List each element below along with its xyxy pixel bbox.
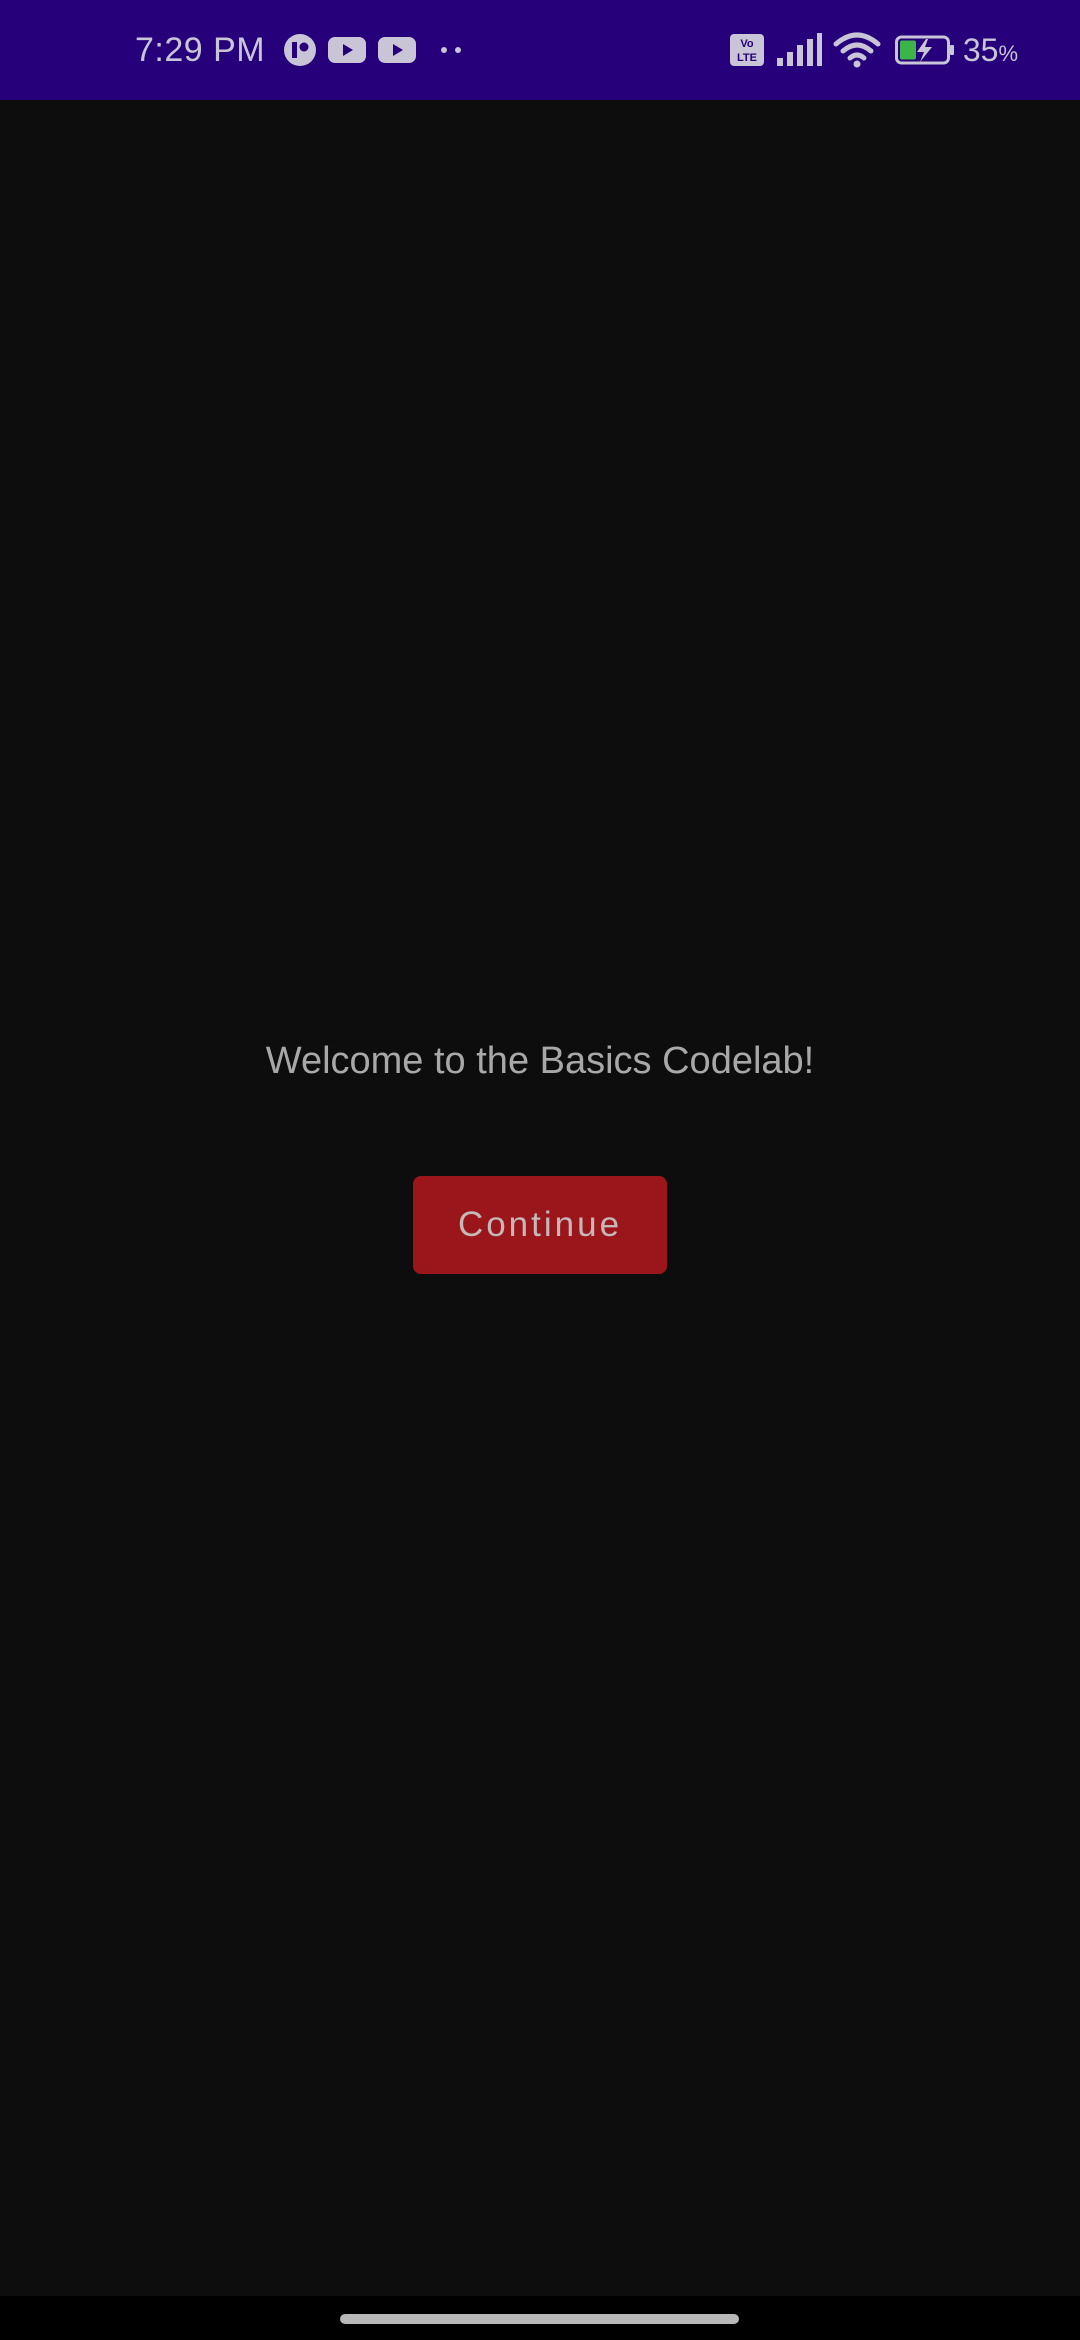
signal-icon [775,32,823,68]
status-bar-left: 7:29 PM [135,0,463,100]
welcome-text: Welcome to the Basics Codelab! [265,1040,815,1082]
youtube-icon [377,35,417,65]
volte-icon: Vo LTE [729,33,765,67]
wifi-icon [833,31,881,69]
status-time: 7:29 PM [135,30,266,69]
volte-line1: Vo [740,38,754,50]
app-notification-icon [283,33,317,67]
status-bar-right: Vo LTE 35% [719,0,1018,100]
continue-button[interactable]: Continue [413,1176,667,1274]
youtube-icon [327,35,367,65]
home-indicator[interactable] [340,2314,739,2324]
battery-charging-icon [894,35,955,65]
battery-percent: 35% [962,31,1018,68]
more-notifications-icon [439,45,463,55]
status-bar: 7:29 PM Vo LTE 35% [0,0,1080,100]
app-screen: 7:29 PM Vo LTE 35% Welcome to the Basics… [0,0,1080,2340]
volte-line2: LTE [737,52,757,64]
